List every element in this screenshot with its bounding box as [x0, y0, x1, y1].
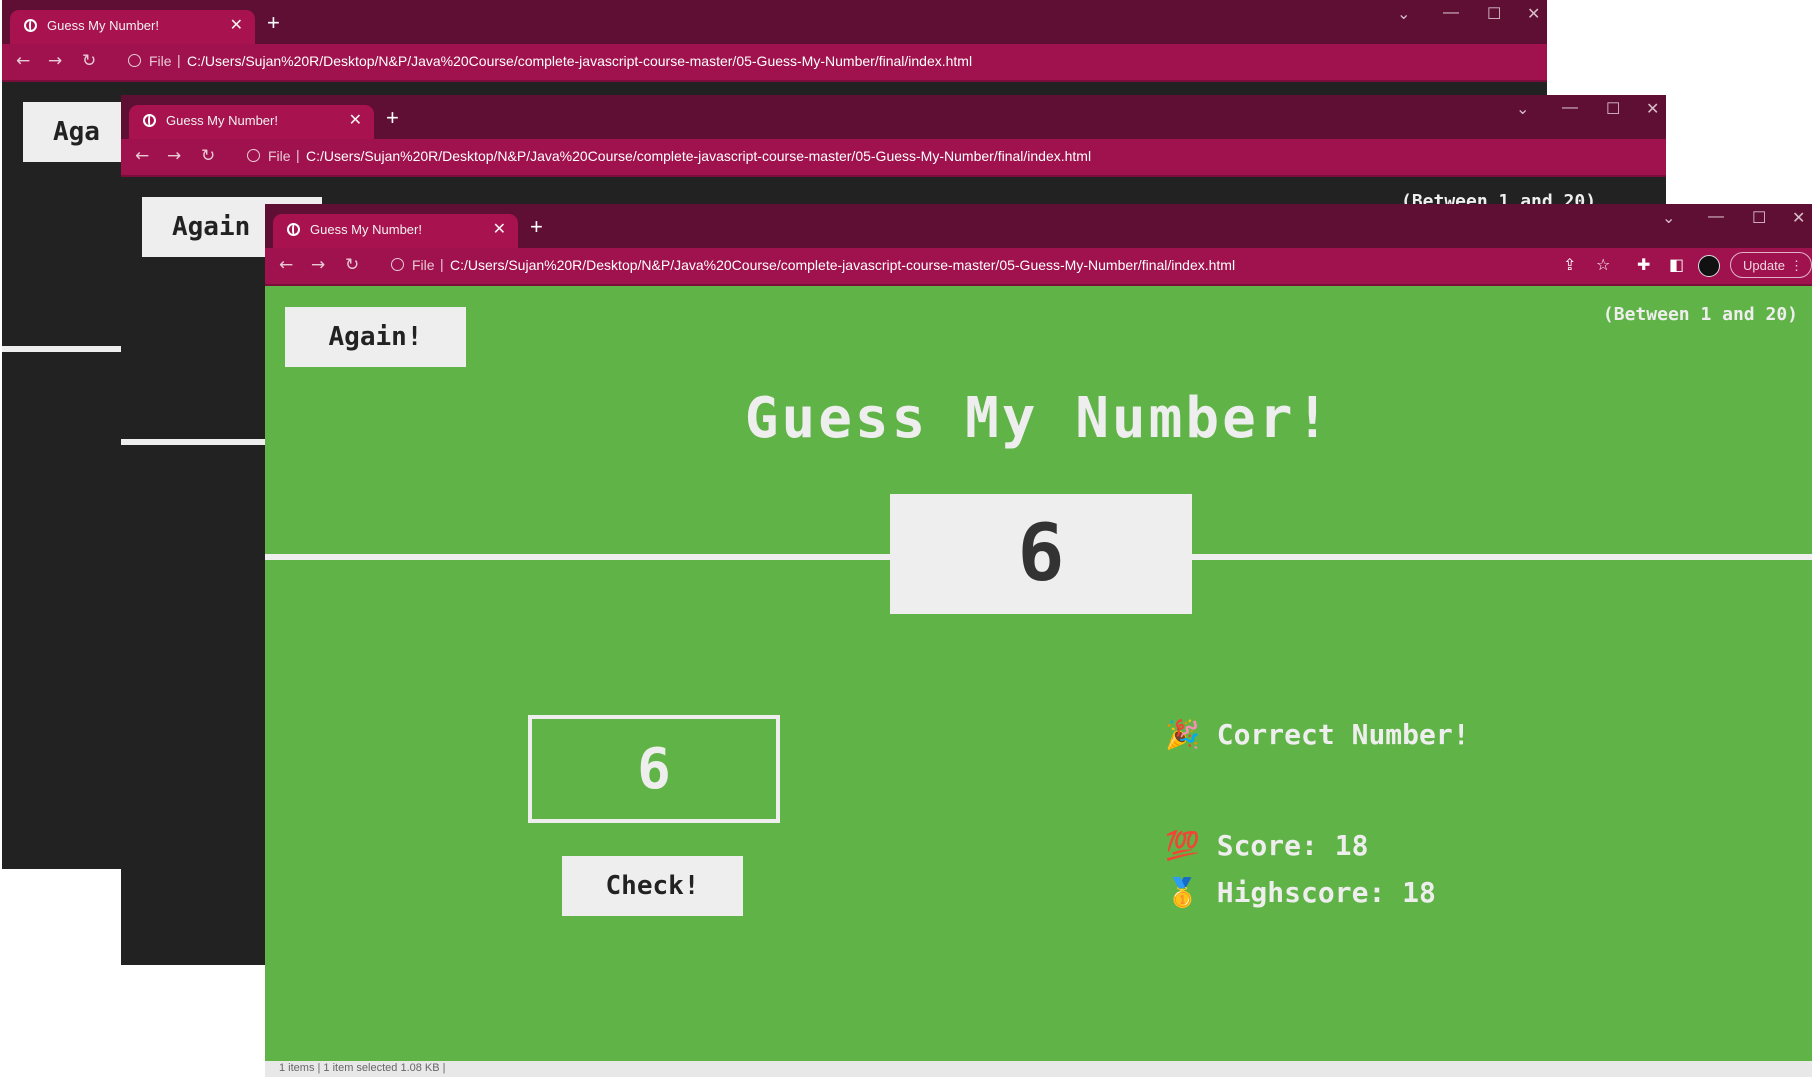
window-controls: ⌄ — ☐ ✕: [1652, 204, 1812, 236]
back-icon[interactable]: ←: [135, 146, 149, 166]
close-tab-icon[interactable]: ✕: [493, 219, 506, 238]
chevron-down-icon[interactable]: ⌄: [1397, 4, 1410, 24]
message-text: 🎉 Correct Number!: [1165, 718, 1470, 751]
window-controls: ⌄ — ☐ ✕: [1387, 0, 1547, 32]
close-window-icon[interactable]: ✕: [1646, 99, 1659, 119]
browser-window-front: Guess My Number! ✕ + ⌄ — ☐ ✕ ← → ↻ File …: [265, 204, 1812, 1077]
tab-title: Guess My Number!: [310, 222, 422, 237]
browser-tab[interactable]: Guess My Number! ✕: [10, 10, 255, 44]
separator: |: [440, 256, 444, 272]
new-tab-button[interactable]: +: [386, 105, 399, 131]
close-tab-icon[interactable]: ✕: [230, 15, 243, 34]
score-row: 💯 Score: 18: [1165, 829, 1368, 862]
title-bar: Guess My Number! ✕ + ⌄ — ☐ ✕: [265, 204, 1812, 248]
profile-avatar[interactable]: [1698, 255, 1720, 277]
range-hint: (Between 1 and 20): [1602, 304, 1798, 325]
forward-icon[interactable]: →: [167, 146, 181, 166]
score-value: 18: [1334, 829, 1369, 862]
address-toolbar: ← → ↻ File | C:/Users/Sujan%20R/Desktop/…: [121, 139, 1666, 177]
address-bar[interactable]: C:/Users/Sujan%20R/Desktop/N&P/Java%20Co…: [187, 53, 972, 69]
star-icon[interactable]: ☆: [1596, 255, 1610, 274]
chevron-down-icon[interactable]: ⌄: [1516, 99, 1529, 119]
side-panel-icon[interactable]: ◧: [1669, 255, 1684, 274]
forward-icon[interactable]: →: [48, 51, 62, 71]
highscore-value: 18: [1402, 876, 1436, 909]
update-label: Update: [1743, 258, 1785, 273]
close-window-icon[interactable]: ✕: [1792, 208, 1805, 228]
title-bar: Guess My Number! ✕ + ⌄ — ☐ ✕: [2, 0, 1547, 44]
window-controls: ⌄ — ☐ ✕: [1506, 95, 1666, 127]
close-tab-icon[interactable]: ✕: [349, 110, 362, 129]
update-button[interactable]: Update ⋮: [1730, 252, 1812, 278]
address-bar[interactable]: C:/Users/Sujan%20R/Desktop/N&P/Java%20Co…: [306, 148, 1091, 164]
status-bar: 1 items | 1 item selected 1.08 KB |: [265, 1061, 1812, 1077]
chevron-down-icon[interactable]: ⌄: [1662, 208, 1675, 228]
info-icon[interactable]: [247, 149, 260, 162]
reload-icon[interactable]: ↻: [82, 51, 96, 71]
reload-icon[interactable]: ↻: [345, 255, 359, 275]
file-label: File: [412, 257, 435, 273]
back-icon[interactable]: ←: [279, 255, 293, 275]
minimize-icon[interactable]: —: [1562, 99, 1578, 117]
browser-tab[interactable]: Guess My Number! ✕: [273, 214, 518, 248]
separator: |: [177, 52, 181, 68]
check-button[interactable]: Check!: [562, 856, 743, 916]
extensions-icon[interactable]: ✚: [1637, 255, 1650, 274]
globe-icon: [24, 19, 37, 32]
info-icon[interactable]: [391, 258, 404, 271]
reload-icon[interactable]: ↻: [201, 146, 215, 166]
guess-input[interactable]: [528, 715, 780, 823]
back-icon[interactable]: ←: [16, 51, 30, 71]
separator: |: [296, 147, 300, 163]
file-label: File: [149, 53, 172, 69]
maximize-icon[interactable]: ☐: [1752, 208, 1766, 228]
minimize-icon[interactable]: —: [1443, 4, 1459, 22]
divider-line: [2, 346, 122, 352]
maximize-icon[interactable]: ☐: [1487, 4, 1501, 24]
info-icon[interactable]: [128, 54, 141, 67]
address-toolbar: ← → ↻ File | C:/Users/Sujan%20R/Desktop/…: [265, 248, 1812, 286]
divider-line: [121, 439, 271, 445]
file-label: File: [268, 148, 291, 164]
maximize-icon[interactable]: ☐: [1606, 99, 1620, 119]
title-bar: Guess My Number! ✕ + ⌄ — ☐ ✕: [121, 95, 1666, 139]
address-bar[interactable]: C:/Users/Sujan%20R/Desktop/N&P/Java%20Co…: [450, 257, 1235, 273]
address-toolbar: ← → ↻ File | C:/Users/Sujan%20R/Desktop/…: [2, 44, 1547, 82]
tab-title: Guess My Number!: [47, 18, 159, 33]
share-icon[interactable]: ⇪: [1563, 255, 1576, 274]
highscore-label: 🥇 Highscore:: [1165, 876, 1386, 909]
new-tab-button[interactable]: +: [267, 10, 280, 36]
secret-number: 6: [890, 494, 1192, 614]
globe-icon: [143, 114, 156, 127]
game-area: Again! (Between 1 and 20) Guess My Numbe…: [265, 286, 1812, 1077]
new-tab-button[interactable]: +: [530, 214, 543, 240]
again-button[interactable]: Aga: [23, 102, 133, 162]
highscore-row: 🥇 Highscore: 18: [1165, 876, 1436, 909]
score-label: 💯 Score:: [1165, 829, 1318, 862]
tab-title: Guess My Number!: [166, 113, 278, 128]
page-title: Guess My Number!: [744, 386, 1333, 451]
more-menu-icon: ⋮: [1790, 258, 1803, 273]
close-window-icon[interactable]: ✕: [1527, 4, 1540, 24]
forward-icon[interactable]: →: [311, 255, 325, 275]
browser-tab[interactable]: Guess My Number! ✕: [129, 105, 374, 139]
minimize-icon[interactable]: —: [1708, 208, 1724, 226]
status-text: 1 items | 1 item selected 1.08 KB |: [279, 1062, 446, 1074]
globe-icon: [287, 223, 300, 236]
again-button[interactable]: Again!: [285, 307, 466, 367]
